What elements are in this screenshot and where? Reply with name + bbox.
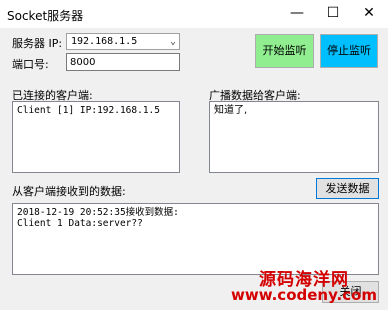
port-input[interactable] [66,53,180,71]
client-list[interactable]: Client [1] IP:192.168.1.5 [12,101,180,173]
send-data-button[interactable]: 发送数据 [316,178,379,199]
received-data-label: 从客户端接收到的数据: [12,185,126,198]
broadcast-textarea[interactable]: 知道了, [209,101,379,173]
server-ip-select[interactable]: 192.168.1.5 ⌄ [66,33,180,50]
chevron-down-icon[interactable]: ⌄ [170,34,176,49]
port-label: 端口号: [12,58,49,71]
title-bar: Socket服务器 — ☐ ✕ [0,0,388,28]
server-ip-value: 192.168.1.5 [71,36,138,47]
close-icon[interactable]: ✕ [351,2,387,24]
minimize-icon[interactable]: — [279,2,315,24]
list-item[interactable]: Client [1] IP:192.168.1.5 [17,105,175,116]
maximize-icon[interactable]: ☐ [315,2,351,24]
server-ip-label: 服务器 IP: [12,37,63,50]
watermark-url: www.codeny.com [231,286,378,304]
window-title: Socket服务器 [7,9,84,23]
stop-listen-button[interactable]: 停止监听 [320,34,378,68]
start-listen-button[interactable]: 开始监听 [255,34,314,68]
received-line-2: Client 1 Data:server?? [17,218,143,229]
received-line-1: 2018-12-19 20:52:35接收到数据: [17,207,179,218]
